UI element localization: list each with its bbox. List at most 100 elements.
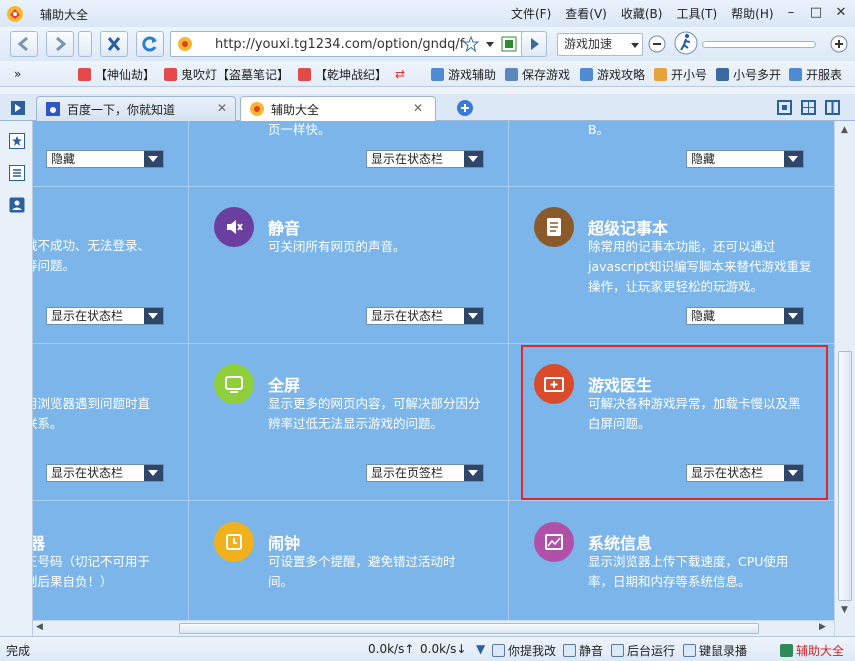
menu-help[interactable]: 帮助(H) (731, 5, 773, 22)
status-text: 完成 (6, 644, 31, 658)
dropdown-select[interactable]: 隐藏 (686, 150, 804, 168)
split-view-icon[interactable] (825, 100, 840, 115)
refresh-button[interactable] (136, 31, 164, 57)
tab-close-icon[interactable]: ✕ (217, 101, 227, 115)
bookmark-game-assist[interactable]: 游戏辅助 (431, 65, 496, 83)
dropdown-select[interactable]: 隐藏 (46, 150, 164, 168)
bookmark-swap-icon[interactable]: ⇄ (395, 65, 405, 83)
grid-icon (580, 67, 593, 81)
key-mouse-record-button[interactable]: 键鼠录播 (683, 642, 747, 659)
grid-view-icon[interactable] (801, 100, 816, 115)
forward-button[interactable] (46, 31, 74, 57)
dropdown-select[interactable]: 显示在状态栏 (366, 150, 484, 168)
notes-feature-icon[interactable] (534, 207, 574, 247)
menu-view[interactable]: 查看(V) (565, 5, 607, 22)
bookmark-item[interactable]: 【神仙劫】 (78, 65, 155, 83)
scroll-down-icon[interactable]: ▼ (841, 605, 848, 615)
url-text: http://youxi.tg1234.com/option/gndq/f (215, 37, 465, 52)
bookmark-open-alt[interactable]: 开小号 (654, 65, 707, 83)
speed-increase-icon[interactable] (830, 35, 848, 53)
contacts-icon[interactable] (9, 197, 25, 213)
sidebar-toggle-icon[interactable] (10, 100, 26, 116)
go-button[interactable] (521, 31, 547, 57)
save-icon (505, 67, 518, 81)
chevron-down-icon (144, 151, 163, 167)
vertical-scrollbar[interactable]: ▲ ▼ (834, 121, 855, 636)
left-sidebar (0, 121, 33, 636)
bookmark-overflow-button[interactable]: » (14, 65, 21, 83)
scroll-up-icon[interactable]: ▲ (841, 125, 848, 135)
close-window-button[interactable]: ✕ (832, 4, 850, 22)
dropdown-select[interactable]: 显示在状态栏 (46, 464, 164, 482)
scroll-thumb[interactable] (179, 623, 759, 634)
menu-file[interactable]: 文件(F) (511, 5, 551, 22)
refresh-icon (142, 36, 157, 52)
scroll-left-icon[interactable]: ◀ (36, 622, 43, 632)
clock-icon (226, 534, 242, 550)
bookmark-game-guide[interactable]: 游戏攻略 (580, 65, 645, 83)
dropdown-select[interactable]: 显示在状态栏 (366, 307, 484, 325)
toolbox-icon (780, 644, 793, 657)
address-bar[interactable]: http://youxi.tg1234.com/option/gndq/f (170, 31, 525, 57)
stop-button[interactable] (100, 31, 128, 57)
alarm-feature-icon[interactable] (214, 522, 254, 562)
speaker-mute-icon (227, 220, 243, 234)
game-speed-label: 游戏加速 (564, 37, 613, 51)
tab-close-icon[interactable]: ✕ (413, 101, 423, 115)
grid-icon (431, 67, 444, 81)
new-tab-icon[interactable] (456, 99, 474, 117)
speed-slider[interactable] (702, 41, 816, 48)
feature-title: 超级记事本 (588, 219, 669, 238)
back-button[interactable] (10, 31, 38, 57)
maximize-button[interactable]: □ (807, 4, 825, 22)
scroll-right-icon[interactable]: ▶ (819, 622, 826, 632)
dropdown-select[interactable]: 隐藏 (686, 307, 804, 325)
dropdown-select[interactable]: 显示在状态栏 (46, 307, 164, 325)
menu-favorites[interactable]: 收藏(B) (621, 5, 663, 22)
feedback-button[interactable]: 你提我改 (492, 642, 556, 659)
bookmark-multi-alt[interactable]: 小号多开 (716, 65, 781, 83)
upload-speed: 0.0k/s↑ (368, 642, 415, 656)
tile-view-icon[interactable] (777, 100, 792, 115)
mute-button[interactable]: 静音 (563, 642, 603, 659)
feature-title: 闹钟 (268, 534, 301, 553)
heart-icon (298, 67, 311, 81)
history-list-icon[interactable] (9, 165, 25, 181)
fullscreen-feature-icon[interactable] (214, 364, 254, 404)
mute-feature-icon[interactable] (214, 207, 254, 247)
bookmark-save-game[interactable]: 保存游戏 (505, 65, 570, 83)
game-speed-select[interactable]: 游戏加速 (557, 33, 643, 56)
minimize-button[interactable]: – (782, 4, 800, 22)
feature-desc: 可设置多个提醒，避免错过活动时间。 (268, 554, 456, 589)
horizontal-scrollbar[interactable]: ◀ ▶ (33, 620, 834, 636)
favorite-star-icon[interactable] (463, 36, 479, 52)
url-dropdown-icon[interactable] (485, 41, 495, 49)
scroll-thumb[interactable] (838, 351, 852, 601)
status-dropdown-icon[interactable]: ▼ (476, 642, 485, 656)
browser-logo-icon (7, 6, 23, 22)
qr-code-icon[interactable] (501, 36, 517, 52)
heart-icon (164, 67, 177, 81)
assist-toolbox-button[interactable]: 辅助大全 (780, 642, 844, 659)
tab-bar: 百度一下，你就知道 ✕ 辅助大全 ✕ (0, 94, 855, 121)
dropdown-select[interactable]: 显示在页签栏 (366, 464, 484, 482)
download-speed: 0.0k/s↓ (420, 642, 467, 656)
tab-assist-active[interactable]: 辅助大全 ✕ (240, 96, 436, 121)
user-icon (654, 67, 667, 81)
feature-desc: 可关闭所有网页的声音。 (268, 239, 406, 254)
tab-baidu[interactable]: 百度一下，你就知道 ✕ (36, 96, 236, 121)
bookmark-server-list[interactable]: 开服表 (789, 65, 842, 83)
favorites-star-icon[interactable] (9, 133, 25, 149)
menu-tools[interactable]: 工具(T) (676, 5, 717, 22)
bookmark-item[interactable]: 【乾坤战纪】 (298, 65, 387, 83)
speed-decrease-icon[interactable] (648, 35, 666, 53)
chevron-down-icon (464, 465, 483, 481)
background-run-button[interactable]: 后台运行 (611, 642, 675, 659)
history-dropdown-button[interactable] (78, 31, 92, 57)
runner-icon (674, 31, 698, 55)
system-info-feature-icon[interactable] (534, 522, 574, 562)
bookmark-item[interactable]: 鬼吹灯【盗墓笔记】 (164, 65, 289, 83)
feature-desc: 除常用的记事本功能，还可以通过javascript知识编写脚本来替代游戏重复操作… (588, 239, 812, 294)
feature-desc: 显示浏览器上传下载速度，CPU使用率，日期和内存等系统信息。 (588, 554, 789, 589)
user-icon (716, 67, 729, 81)
